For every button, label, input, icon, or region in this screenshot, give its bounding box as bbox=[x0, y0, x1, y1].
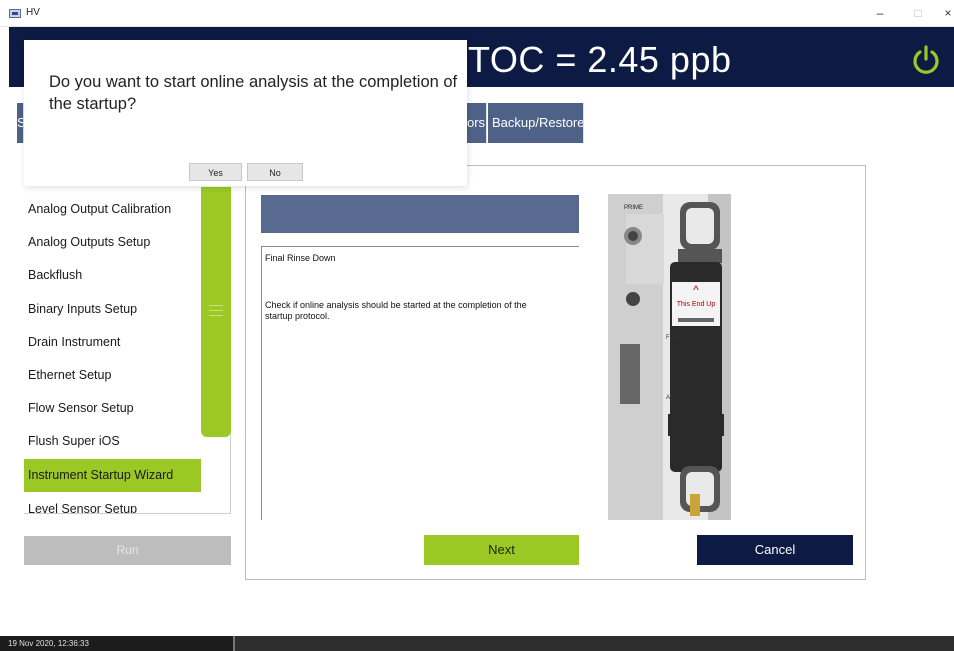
close-button[interactable]: × bbox=[936, 3, 954, 23]
minimize-button[interactable]: – bbox=[868, 3, 892, 23]
dialog-message: Do you want to start online analysis at … bbox=[49, 73, 458, 113]
photo-label-this-end-up: This End Up bbox=[677, 301, 716, 308]
list-item[interactable]: Backflush bbox=[24, 259, 201, 292]
step-description-line: Check if online analysis should be start… bbox=[265, 300, 527, 310]
status-divider bbox=[233, 636, 235, 651]
list-item[interactable]: Binary Inputs Setup bbox=[24, 293, 201, 326]
list-item[interactable]: Flush Super iOS bbox=[24, 425, 201, 458]
cartridge-photo: PRIME ^ This End Up FULL ADD bbox=[608, 194, 731, 520]
step-title: Final Rinse Down bbox=[265, 253, 336, 263]
next-button[interactable]: Next bbox=[424, 535, 579, 565]
list-item[interactable]: Analog Outputs Setup bbox=[24, 226, 201, 259]
window-title: HV bbox=[26, 7, 40, 18]
tab-s[interactable]: S bbox=[17, 103, 24, 143]
list-item[interactable]: Ethernet Setup bbox=[24, 359, 201, 392]
app-icon bbox=[9, 9, 21, 18]
list-item[interactable]: Flow Sensor Setup bbox=[24, 392, 201, 425]
run-button[interactable]: Run bbox=[24, 536, 231, 565]
yes-button[interactable]: Yes bbox=[189, 163, 242, 181]
list-item[interactable]: Drain Instrument bbox=[24, 326, 201, 359]
cancel-button[interactable]: Cancel bbox=[697, 535, 853, 565]
photo-label-full: FULL bbox=[666, 335, 681, 341]
function-list: Analog Output Calibration Analog Outputs… bbox=[24, 187, 231, 514]
list-item-selected[interactable]: Instrument Startup Wizard bbox=[24, 459, 201, 492]
tab-backup-restore[interactable]: Backup/Restore bbox=[488, 103, 584, 143]
step-description-line: startup protocol. bbox=[265, 311, 330, 321]
step-header-band bbox=[261, 195, 579, 233]
status-datetime: 19 Nov 2020, 12:36:33 bbox=[0, 636, 233, 651]
photo-label-prime: PRIME bbox=[624, 205, 643, 211]
no-button[interactable]: No bbox=[247, 163, 303, 181]
list-item[interactable]: Analog Output Calibration bbox=[24, 193, 201, 226]
tab-sensors[interactable]: ors bbox=[467, 103, 487, 143]
photo-label-add: ADD bbox=[666, 395, 679, 401]
window-titlebar: HV – □ × bbox=[0, 0, 954, 27]
scroll-grip-icon bbox=[209, 305, 223, 317]
power-icon[interactable] bbox=[910, 44, 942, 76]
toc-reading: TOC = 2.45 ppb bbox=[468, 39, 732, 80]
maximize-button[interactable]: □ bbox=[906, 3, 930, 23]
tab-label: Backup/Restore bbox=[492, 115, 584, 130]
list-item[interactable]: Level Sensor Setup bbox=[24, 493, 201, 513]
tab-label: ors bbox=[467, 115, 486, 130]
svg-text:^: ^ bbox=[693, 283, 699, 297]
tab-label: S bbox=[17, 115, 23, 130]
step-description-box bbox=[261, 246, 579, 520]
